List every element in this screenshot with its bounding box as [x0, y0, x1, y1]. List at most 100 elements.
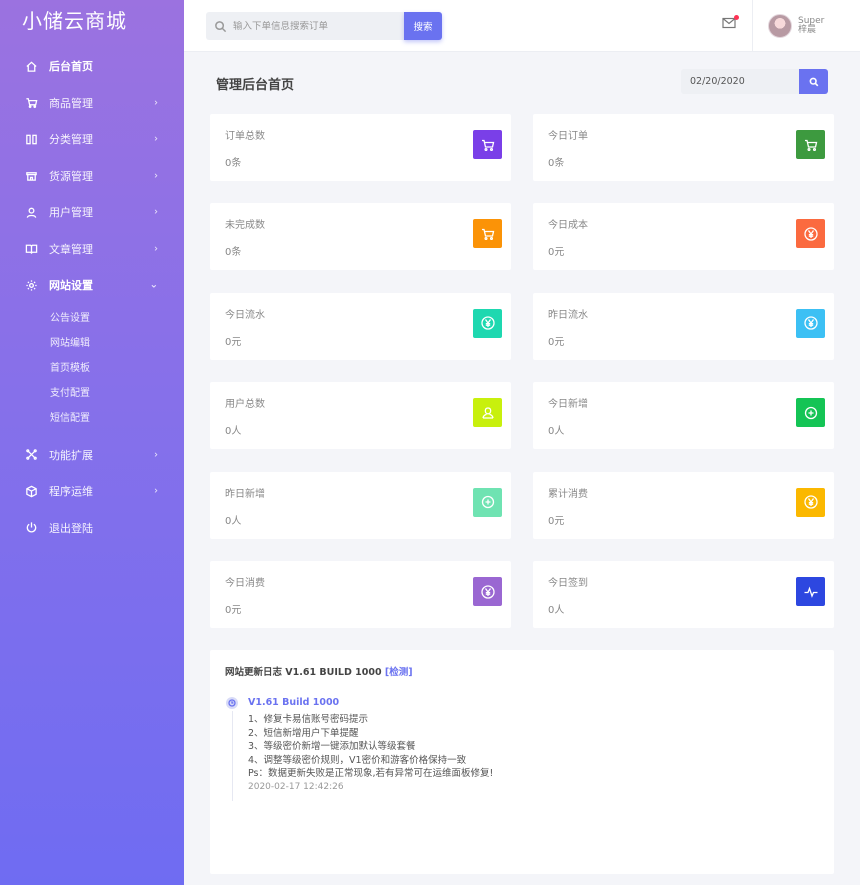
brand-logo[interactable]: 小储云商城 [0, 0, 184, 42]
date-input[interactable] [681, 69, 799, 94]
gear-icon [24, 278, 38, 292]
columns-icon [24, 132, 38, 146]
plus-circle-icon [473, 487, 502, 517]
chevron-right-icon: › [154, 133, 158, 145]
search-icon [809, 77, 818, 86]
order-search: 搜索 [206, 12, 442, 40]
submenu-item-site-edit[interactable]: 网站编辑 [0, 331, 184, 356]
user-icon [24, 205, 38, 219]
stat-value: 0元 [548, 247, 565, 259]
stat-card: 今日成本 0元 [533, 203, 834, 271]
chevron-right-icon: › [154, 449, 158, 461]
stat-label: 今日新增 [548, 399, 588, 411]
mail-icon[interactable] [722, 15, 739, 31]
sidebar-item-home[interactable]: 后台首页 [0, 48, 184, 85]
stat-card: 订单总数 0条 [210, 114, 511, 181]
stat-label: 今日签到 [548, 578, 588, 589]
changelog-line: 3、等级密价新增一键添加默认等级套餐 [248, 741, 416, 753]
sidebar-item-label: 退出登陆 [49, 521, 93, 535]
sidebar-item-users[interactable]: 用户管理 › [0, 194, 184, 231]
stat-label: 订单总数 [225, 131, 265, 142]
sidebar-item-maintenance[interactable]: 程序运维 › [0, 473, 184, 510]
sidebar-item-site-settings[interactable]: 网站设置 ⌄ [0, 267, 184, 304]
stat-label: 用户总数 [225, 399, 265, 411]
stat-card: 昨日新增 0人 [210, 471, 511, 539]
store-icon [24, 169, 38, 183]
stat-card: 今日订单 0条 [533, 114, 834, 181]
yen-icon [796, 487, 825, 517]
yen-icon [796, 219, 825, 249]
sidebar-nav: 后台首页 商品管理 › 分类管理 › 货源管理 › 用户管理 › 文章管理 › [0, 48, 184, 546]
stat-label: 今日消费 [225, 578, 265, 589]
stat-value: 0人 [548, 605, 565, 616]
stat-value: 0人 [225, 426, 242, 438]
sidebar-item-label: 用户管理 [49, 206, 93, 220]
sidebar-item-label: 程序运维 [49, 485, 93, 499]
sidebar-item-label: 功能扩展 [49, 448, 93, 462]
stat-card: 未完成数 0条 [210, 203, 511, 271]
avatar [768, 14, 792, 38]
changelog-version: V1.61 Build 1000 [248, 697, 340, 708]
stat-label: 昨日流水 [548, 309, 588, 321]
stat-label: 今日订单 [548, 131, 588, 142]
stat-value: 0人 [548, 426, 565, 438]
submenu-item-sms[interactable]: 短信配置 [0, 406, 184, 431]
sidebar-item-label: 分类管理 [49, 133, 93, 147]
home-icon [24, 59, 38, 73]
stat-label: 未完成数 [225, 220, 265, 232]
changelog-line: 4、调整等级密价规则，V1密价和游客价格保持一致 [248, 754, 467, 766]
yen-icon [473, 308, 502, 338]
search-box [206, 12, 404, 40]
stat-value: 0人 [225, 515, 242, 527]
submenu-item-home-template[interactable]: 首页模板 [0, 356, 184, 381]
sidebar-item-categories[interactable]: 分类管理 › [0, 121, 184, 158]
stat-value: 0条 [225, 158, 242, 169]
check-update-link[interactable]: [检测] [385, 667, 413, 678]
timeline-line [231, 711, 233, 801]
stat-card: 累计消费 0元 [533, 471, 834, 539]
sidebar-item-label: 后台首页 [49, 60, 93, 74]
top-bar: 搜索 Super 梓晨 [184, 0, 860, 52]
sidebar-item-products[interactable]: 商品管理 › [0, 85, 184, 122]
cart-icon [24, 96, 38, 110]
extension-icon [24, 448, 38, 462]
stat-card: 今日新增 0人 [533, 382, 834, 450]
user-info: Super 梓晨 [798, 16, 824, 36]
sidebar-item-label: 文章管理 [49, 242, 93, 256]
changelog-line: 1、修复卡易信账号密码提示 [248, 714, 369, 725]
changelog-title: 网站更新日志 V1.61 BUILD 1000 [检测] [225, 664, 413, 678]
stat-card: 昨日流水 0元 [533, 292, 834, 360]
stat-card: 用户总数 0人 [210, 382, 511, 450]
stat-value: 0条 [225, 247, 242, 259]
sidebar-item-sources[interactable]: 货源管理 › [0, 158, 184, 195]
stat-label: 昨日新增 [225, 488, 265, 500]
sidebar-item-articles[interactable]: 文章管理 › [0, 231, 184, 268]
search-input[interactable] [233, 20, 393, 32]
stat-label: 累计消费 [548, 488, 588, 500]
sidebar: 小储云商城 后台首页 商品管理 › 分类管理 › 货源管理 › 用户管理 › 文 [0, 0, 184, 885]
chevron-right-icon: › [154, 170, 158, 182]
plus-circle-icon [796, 398, 825, 428]
sidebar-item-label: 货源管理 [49, 169, 93, 183]
pulse-icon [796, 577, 825, 606]
stat-value: 0元 [548, 515, 565, 527]
sidebar-item-label: 商品管理 [49, 96, 93, 110]
chevron-down-icon: ⌄ [149, 279, 158, 291]
stat-value: 0元 [225, 605, 242, 616]
user-menu[interactable]: Super 梓晨 [752, 0, 860, 52]
submenu-item-announcement[interactable]: 公告设置 [0, 306, 184, 331]
search-icon [215, 20, 227, 32]
cube-icon [24, 484, 38, 498]
changelog-panel: 网站更新日志 V1.61 BUILD 1000 [检测] V1.61 Build… [210, 650, 834, 874]
date-search-button[interactable] [799, 69, 828, 94]
cart-icon [473, 219, 502, 249]
power-icon [24, 521, 38, 535]
main-content: 管理后台首页 订单总数0条今日订单0条未完成数0条今日成本0元今日流水0元昨日流… [184, 52, 860, 885]
settings-submenu: 公告设置 网站编辑 首页模板 支付配置 短信配置 [0, 304, 184, 437]
stat-label: 今日成本 [548, 220, 588, 232]
book-icon [24, 242, 38, 256]
sidebar-item-logout[interactable]: 退出登陆 [0, 510, 184, 547]
sidebar-item-extensions[interactable]: 功能扩展 › [0, 437, 184, 474]
submenu-item-payment[interactable]: 支付配置 [0, 381, 184, 406]
search-button[interactable]: 搜索 [404, 12, 442, 40]
